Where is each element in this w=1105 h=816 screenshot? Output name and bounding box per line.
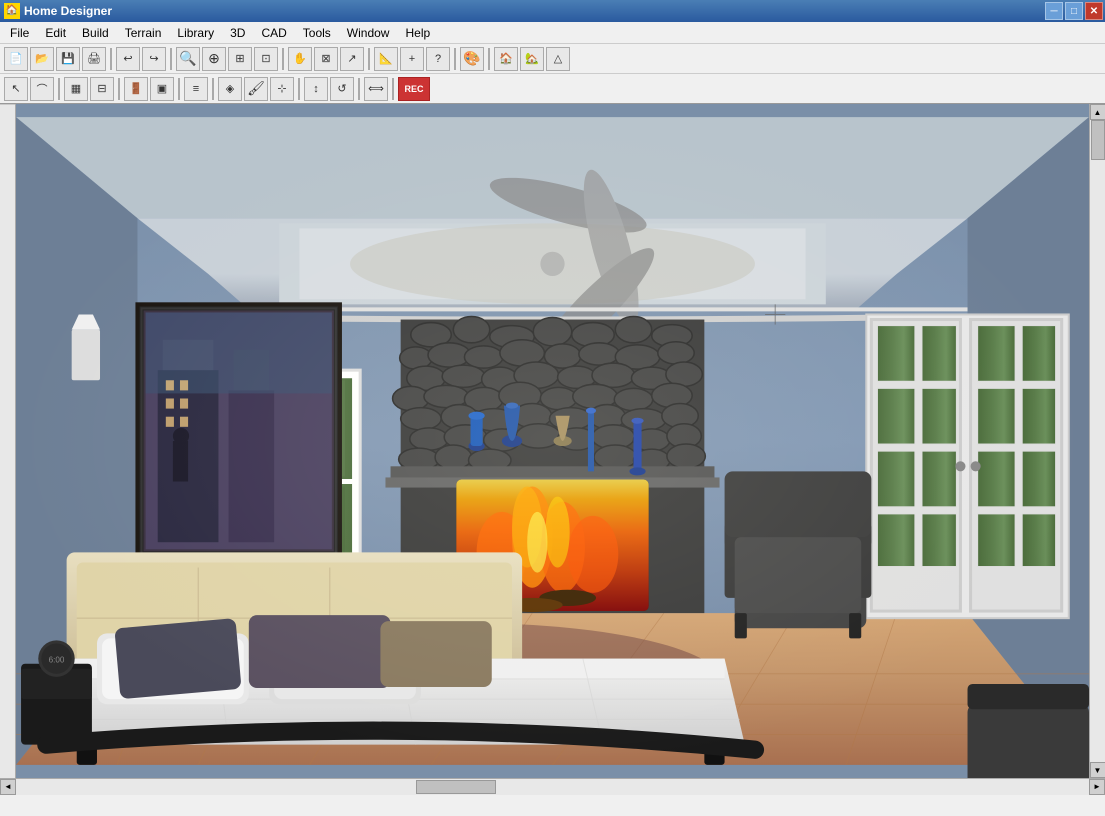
roof-button[interactable]: △ (546, 47, 570, 71)
menu-file[interactable]: File (2, 24, 37, 42)
menu-window[interactable]: Window (339, 24, 398, 42)
zoom-fit-button[interactable]: ⊞ (228, 47, 252, 71)
menu-terrain[interactable]: Terrain (117, 24, 170, 42)
sep5 (454, 48, 456, 70)
add-button[interactable]: + (400, 47, 424, 71)
room-tool[interactable]: ⊟ (90, 77, 114, 101)
rec-button[interactable]: REC (398, 77, 430, 101)
scroll-track[interactable] (1090, 120, 1105, 762)
open-button[interactable]: 📂 (30, 47, 54, 71)
sep7 (58, 78, 60, 100)
sep12 (358, 78, 360, 100)
print-button[interactable]: 🖨 (82, 47, 106, 71)
room-scene: 6:00 (16, 104, 1089, 778)
house-exterior-button[interactable]: 🏠 (494, 47, 518, 71)
menu-tools[interactable]: Tools (295, 24, 339, 42)
scroll-left-button[interactable]: ◄ (0, 779, 16, 795)
left-ruler (0, 104, 16, 778)
menu-help[interactable]: Help (397, 24, 438, 42)
maximize-button[interactable]: □ (1065, 2, 1083, 20)
minimize-button[interactable]: ─ (1045, 2, 1063, 20)
door-tool[interactable]: 🚪 (124, 77, 148, 101)
sep11 (298, 78, 300, 100)
zoom-custom-button[interactable]: ⊡ (254, 47, 278, 71)
status-bar (0, 794, 1105, 816)
zoom-out-button[interactable]: 🔍 (176, 47, 200, 71)
help-button[interactable]: ? (426, 47, 450, 71)
title-bar: 🏠 Home Designer ─ □ ✕ (0, 0, 1105, 22)
new-button[interactable]: 📄 (4, 47, 28, 71)
hscroll-track[interactable] (16, 779, 1089, 795)
window-tool[interactable]: ▣ (150, 77, 174, 101)
materials-button[interactable]: 🎨 (460, 47, 484, 71)
toolbar2: ↖ ⌒ ▦ ⊟ 🚪 ▣ ≡ ◈ 🖌 ⊹ ↕ ↺ ⟺ REC (0, 74, 1105, 104)
scroll-up-button[interactable]: ▲ (1090, 104, 1105, 120)
toolbar1: 📄 📂 💾 🖨 ↩ ↪ 🔍 ⊕ ⊞ ⊡ ✋ ⊠ ↗ 📐 + ? 🎨 🏠 🏡 △ (0, 44, 1105, 74)
menu-cad[interactable]: CAD (253, 24, 294, 42)
arc-tool[interactable]: ⌒ (30, 77, 54, 101)
menu-bar: File Edit Build Terrain Library 3D CAD T… (0, 22, 1105, 44)
sep1 (110, 48, 112, 70)
window-controls: ─ □ ✕ (1045, 2, 1103, 20)
scroll-right-button[interactable]: ► (1089, 779, 1105, 795)
stair-tool[interactable]: ≡ (184, 77, 208, 101)
sep9 (178, 78, 180, 100)
save-button[interactable]: 💾 (56, 47, 80, 71)
main-area: 6:00 ▲ ▼ (0, 104, 1105, 778)
app-icon: 🏠 (4, 3, 20, 19)
sep13 (392, 78, 394, 100)
canvas-area[interactable]: 6:00 (16, 104, 1089, 778)
scroll-thumb[interactable] (1091, 120, 1105, 160)
texture-tool[interactable]: ⊹ (270, 77, 294, 101)
bottom-scrollbar[interactable]: ◄ ► (0, 778, 1105, 794)
scroll-down-button[interactable]: ▼ (1090, 762, 1105, 778)
sep10 (212, 78, 214, 100)
select-tool[interactable]: ↖ (4, 77, 28, 101)
sep3 (282, 48, 284, 70)
menu-edit[interactable]: Edit (37, 24, 74, 42)
hscroll-thumb[interactable] (416, 780, 496, 794)
menu-3d[interactable]: 3D (222, 24, 253, 42)
paint-tool[interactable]: 🖌 (244, 77, 268, 101)
house-full-button[interactable]: 🏡 (520, 47, 544, 71)
material-tool[interactable]: ◈ (218, 77, 242, 101)
measure-button[interactable]: 📐 (374, 47, 398, 71)
pan-button[interactable]: ✋ (288, 47, 312, 71)
move-tool[interactable]: ↕ (304, 77, 328, 101)
undo-button[interactable]: ↩ (116, 47, 140, 71)
select-all-button[interactable]: ⊠ (314, 47, 338, 71)
redo-button[interactable]: ↪ (142, 47, 166, 71)
menu-library[interactable]: Library (169, 24, 222, 42)
mirror-tool[interactable]: ⟺ (364, 77, 388, 101)
sep6 (488, 48, 490, 70)
sep4 (368, 48, 370, 70)
app-title: Home Designer (24, 4, 112, 18)
wall-tool[interactable]: ▦ (64, 77, 88, 101)
right-scrollbar[interactable]: ▲ ▼ (1089, 104, 1105, 778)
zoom-in-button[interactable]: ⊕ (202, 47, 226, 71)
menu-build[interactable]: Build (74, 24, 117, 42)
sep8 (118, 78, 120, 100)
close-button[interactable]: ✕ (1085, 2, 1103, 20)
arrow-button[interactable]: ↗ (340, 47, 364, 71)
sep2 (170, 48, 172, 70)
rotate-tool[interactable]: ↺ (330, 77, 354, 101)
